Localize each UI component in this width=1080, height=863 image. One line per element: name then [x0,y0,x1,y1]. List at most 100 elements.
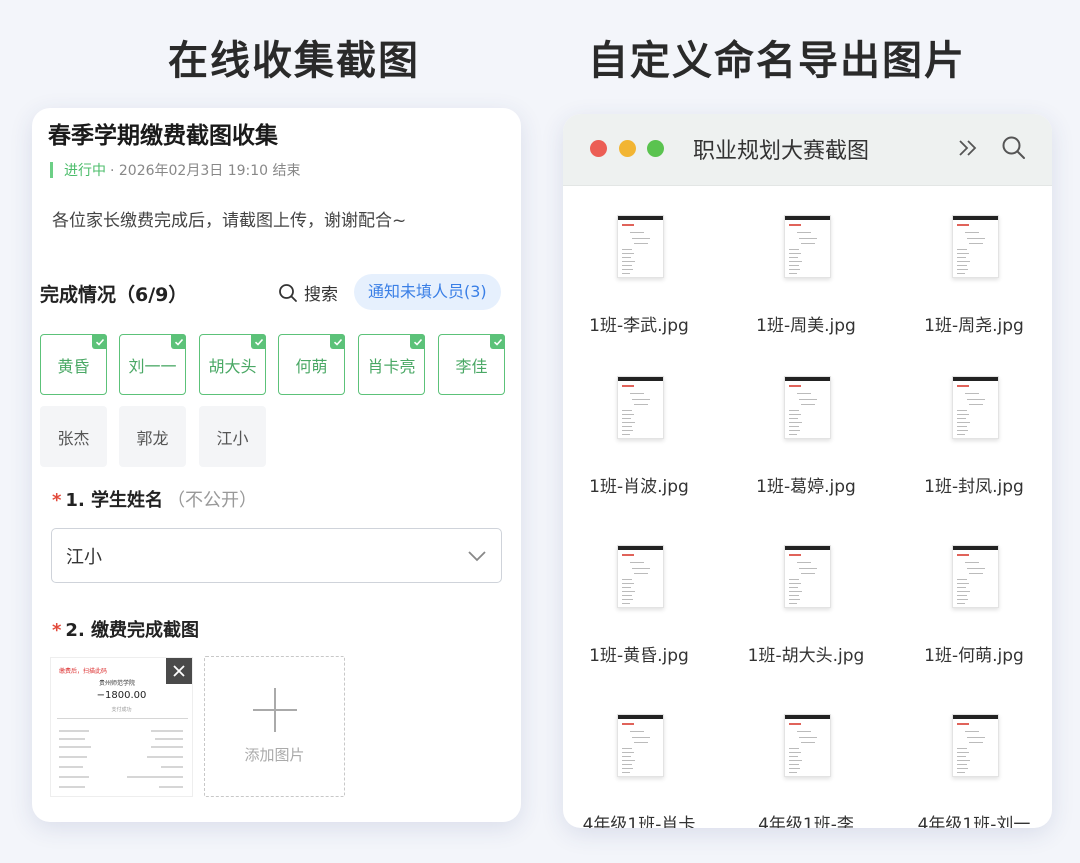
receipt-head: 缴费后，扫描此码 [59,668,108,675]
file-item[interactable]: 1班-封凤.jpg [894,376,1052,526]
check-icon [251,334,266,349]
file-name: 4年级1班-刘一 [917,815,1031,828]
chevron-down-icon [468,550,486,561]
name-chip-done[interactable]: 黄昏 [40,334,107,395]
file-name: 1班-何萌.jpg [924,646,1024,666]
name-chip-todo[interactable]: 郭龙 [119,406,186,467]
status-indicator [50,162,53,178]
name-chip-done[interactable]: 刘一一 [119,334,186,395]
file-item[interactable]: 1班-李武.jpg [563,215,719,365]
name-chip-done[interactable]: 肖卡亮 [358,334,425,395]
add-image-label: 添加图片 [244,746,305,764]
receipt-line [127,776,183,778]
image-file-icon [952,714,999,777]
file-name: 1班-封凤.jpg [924,477,1024,497]
check-icon [410,334,425,349]
file-name: 1班-黄昏.jpg [589,646,689,666]
more-button[interactable] [957,135,981,165]
receipt-amount: −1800.00 [96,690,147,701]
question-label: 1. 学生姓名 [65,490,164,511]
receipt-line [59,738,85,740]
check-icon [490,334,505,349]
notify-unfilled-button[interactable]: 通知未填人员(3) [354,274,501,310]
add-image-button[interactable]: 添加图片 [204,656,345,797]
folder-title: 职业规划大赛截图 [693,139,870,164]
file-name: 4年级1班-肖卡 [582,815,696,828]
file-name: 1班-李武.jpg [589,316,689,336]
close-icon [173,665,185,677]
status-line: 进行中 · 2026年02月3日 19:10 结束 [50,160,301,180]
form-description: 各位家长缴费完成后，请截图上传，谢谢配合~ [52,211,407,231]
receipt-line [155,738,183,740]
window-close-button[interactable] [590,140,607,157]
image-file-icon [952,215,999,278]
deadline-text: · 2026年02月3日 19:10 结束 [110,163,301,179]
required-mark: * [52,620,62,641]
file-name: 4年级1班-李 [758,815,854,828]
check-icon [171,334,186,349]
form-title: 春季学期缴费截图收集 [48,123,278,149]
check-icon [92,334,107,349]
question-payment-screenshot: * 2. 缴费完成截图 [52,616,199,642]
check-icon [330,334,345,349]
window-maximize-button[interactable] [647,140,664,157]
name-chip-done[interactable]: 李佳 [438,334,505,395]
receipt-line [159,786,183,788]
receipt-line [151,730,183,732]
name-chip-todo[interactable]: 张杰 [40,406,107,467]
student-name-select[interactable]: 江小 [51,528,502,583]
image-file-icon [784,376,831,439]
receipt-school: 贵州师范学院 [99,680,136,687]
heading-custom-export: 自定义命名导出图片 [588,38,966,84]
question-student-name: * 1. 学生姓名 （不公开） [52,486,257,512]
receipt-divider [57,718,188,719]
double-chevron-right-icon [959,140,977,156]
file-item[interactable]: 1班-肖波.jpg [563,376,719,526]
file-item[interactable]: 1班-黄昏.jpg [563,545,719,695]
folder-search-button[interactable] [1001,135,1027,165]
receipt-line [59,756,87,758]
uploaded-image-thumbnail[interactable]: 缴费后，扫描此码 贵州师范学院 −1800.00 支付成功 [50,657,193,797]
file-item[interactable]: 1班-葛婷.jpg [726,376,886,526]
file-item[interactable]: 1班-周尧.jpg [894,215,1052,365]
folder-window: 职业规划大赛截图 1班-李武.jpg 1班-周美.jpg 1班-周尧.jpg 1班-肖… [563,114,1052,828]
image-file-icon [952,545,999,608]
image-file-icon [617,215,664,278]
search-icon [1002,136,1025,159]
search-icon [279,283,297,302]
name-chip-done[interactable]: 何萌 [278,334,345,395]
heading-online-collect: 在线收集截图 [168,38,420,84]
file-item[interactable]: 4年级1班-李 [726,714,886,828]
file-item[interactable]: 4年级1班-刘一 [894,714,1052,828]
name-chip-todo[interactable]: 江小 [199,406,266,467]
receipt-status: 支付成功 [111,707,132,713]
image-file-icon [784,545,831,608]
image-file-icon [617,714,664,777]
image-file-icon [784,215,831,278]
file-name: 1班-周美.jpg [756,316,856,336]
file-name: 1班-周尧.jpg [924,316,1024,336]
receipt-line [161,766,183,768]
status-badge: 进行中 [64,163,106,179]
image-file-icon [784,714,831,777]
question-label: 2. 缴费完成截图 [65,620,200,641]
window-minimize-button[interactable] [619,140,636,157]
image-file-icon [617,545,664,608]
file-item[interactable]: 1班-胡大头.jpg [726,545,886,695]
file-item[interactable]: 4年级1班-肖卡 [563,714,719,828]
receipt-line [59,746,91,748]
receipt-line [59,776,89,778]
remove-image-button[interactable] [166,658,192,684]
search-label: 搜索 [304,285,338,305]
receipt-line [151,746,183,748]
file-item[interactable]: 1班-周美.jpg [726,215,886,365]
search-button[interactable]: 搜索 [278,280,338,305]
window-title-bar: 职业规划大赛截图 [563,114,1052,186]
file-item[interactable]: 1班-何萌.jpg [894,545,1052,695]
file-name: 1班-肖波.jpg [589,477,689,497]
name-chip-done[interactable]: 胡大头 [199,334,266,395]
required-mark: * [52,490,62,511]
progress-title: 完成情况（6/9） [40,284,188,306]
file-name: 1班-葛婷.jpg [756,477,856,497]
plus-icon [252,688,297,732]
